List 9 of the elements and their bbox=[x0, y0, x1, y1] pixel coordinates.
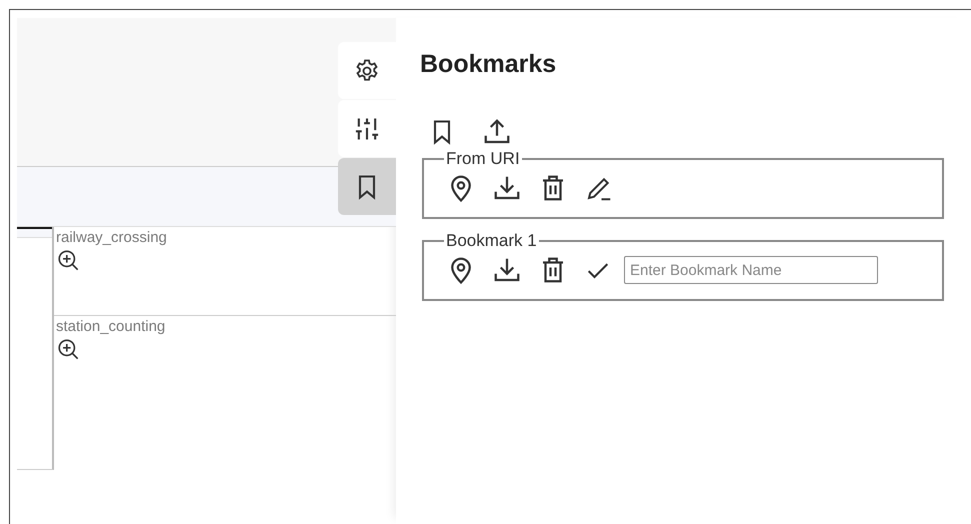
bookmark-legend: From URI bbox=[444, 149, 522, 169]
side-tab[interactable] bbox=[338, 42, 396, 99]
bookmark-name-input[interactable]: Enter Bookmark Name bbox=[624, 256, 878, 284]
bookmark-legend: Bookmark 1 bbox=[444, 231, 539, 251]
layer-name: station_counting bbox=[56, 318, 166, 335]
side-tab[interactable] bbox=[338, 100, 396, 157]
panel-title: Bookmarks bbox=[420, 50, 558, 79]
layer-name: railway_crossing bbox=[56, 229, 167, 246]
side-tab[interactable] bbox=[338, 158, 396, 215]
